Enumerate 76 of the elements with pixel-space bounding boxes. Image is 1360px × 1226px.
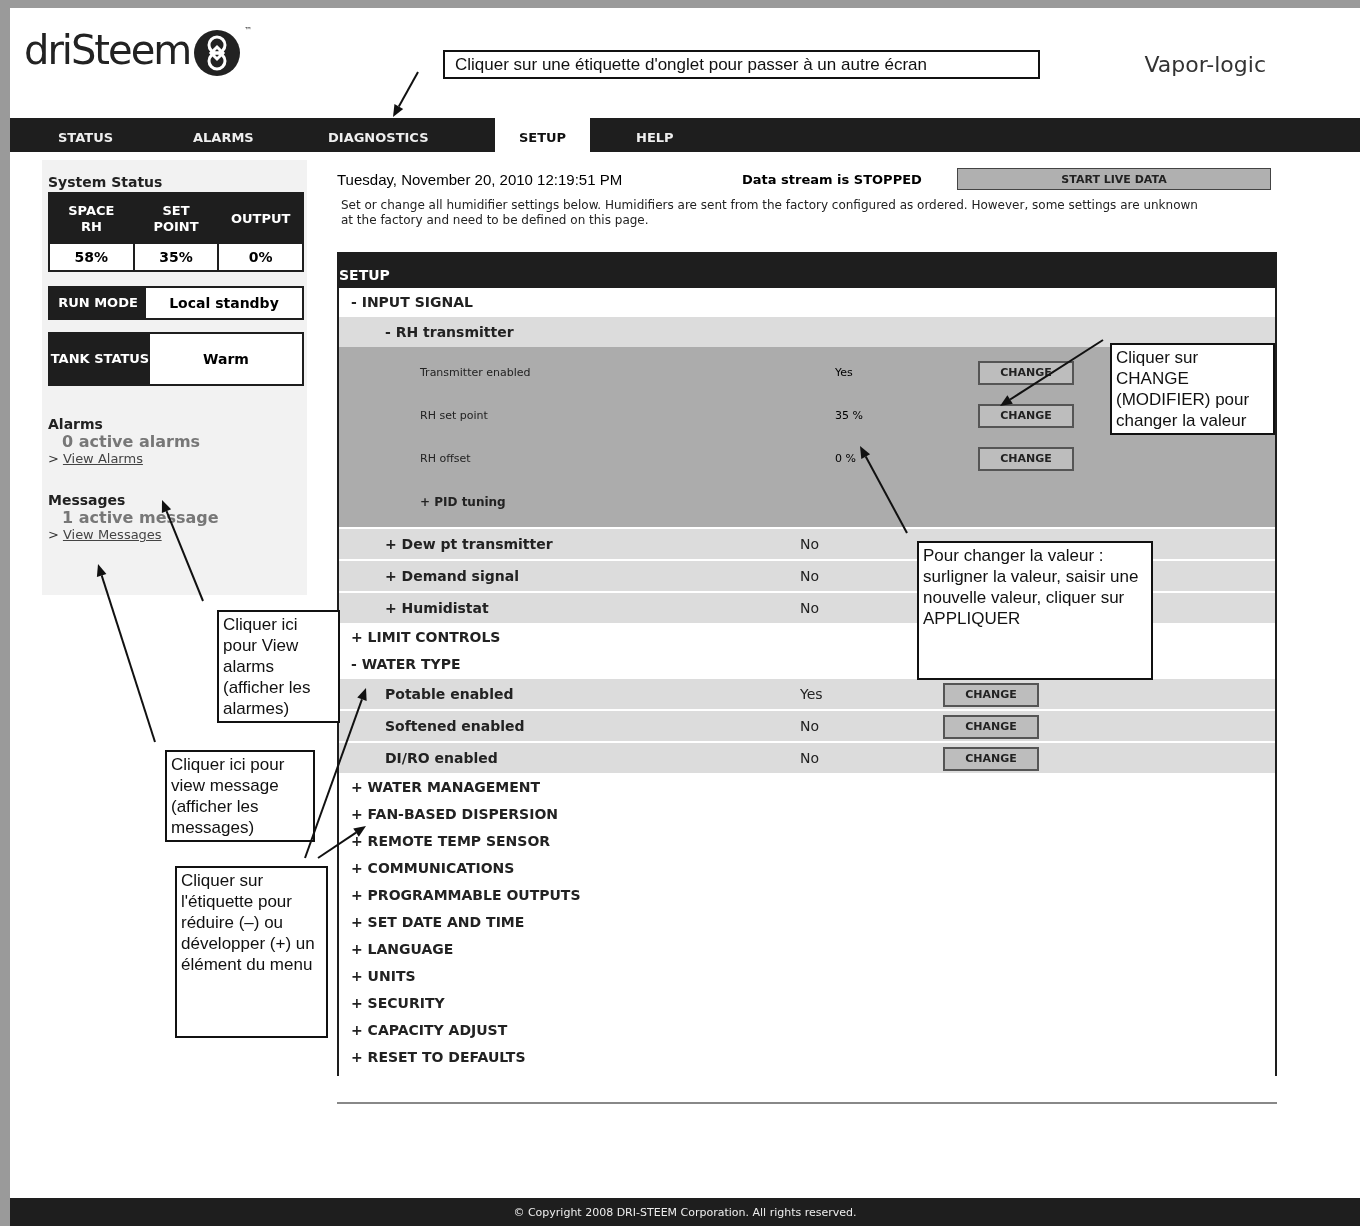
- menu-item[interactable]: Transmitter enabled: [420, 366, 835, 379]
- change-button[interactable]: CHANGE: [943, 746, 1039, 771]
- status-label: TANK STATUS: [50, 334, 150, 384]
- change-button[interactable]: CHANGE: [943, 714, 1039, 739]
- menu-item[interactable]: Softened enabled: [385, 718, 800, 734]
- callout-arrow: [393, 71, 419, 117]
- menu-item[interactable]: + Dew pt transmitter: [385, 536, 800, 552]
- status-label: RUN MODE: [50, 288, 146, 318]
- stream-status: Data stream is STOPPED: [742, 171, 923, 187]
- setting-value: Yes: [800, 686, 824, 702]
- callout: Cliquer sur CHANGE (MODIFIER) pour changer la valeur: [1110, 343, 1275, 435]
- menu-item[interactable]: + RESET TO DEFAULTS: [351, 1048, 1275, 1065]
- date-time: Tuesday, November 20, 2010 12:19:51 PM: [337, 170, 624, 188]
- menu-item[interactable]: Potable enabled: [385, 686, 800, 702]
- link-prefix: >: [48, 451, 59, 466]
- table-cell: 0%: [219, 244, 302, 270]
- callout: Pour changer la valeur : surligner la valeur, saisir une nouvelle valeur, cliquer sur APPLIQUER: [917, 541, 1153, 680]
- status-value: Local standby: [146, 288, 302, 318]
- change-button[interactable]: CHANGE: [978, 446, 1074, 471]
- setting-value: No: [800, 600, 821, 616]
- product-name: Vapor-logic: [1144, 52, 1266, 77]
- section-title: Messages: [48, 492, 127, 508]
- change-button[interactable]: CHANGE: [943, 682, 1039, 707]
- menu-item[interactable]: + PROGRAMMABLE OUTPUTS: [351, 886, 1275, 903]
- menu-item[interactable]: DI/RO enabled: [385, 750, 800, 766]
- callout: Cliquer sur l'étiquette pour réduire (–) ou développer (+) un élément du menu: [175, 866, 328, 1038]
- menu-item[interactable]: + Humidistat: [385, 600, 800, 616]
- tab[interactable]: DIAGNOSTICS: [328, 118, 495, 152]
- tab[interactable]: SETUP: [495, 118, 590, 152]
- menu-item[interactable]: + SET DATE AND TIME: [351, 913, 1275, 930]
- table-header: SET POINT: [152, 202, 200, 236]
- count-text: 0 active alarms: [61, 432, 202, 451]
- start-live-data-button[interactable]: START LIVE DATA: [957, 168, 1271, 190]
- menu-item[interactable]: + Demand signal: [385, 568, 800, 584]
- table-header: OUTPUT: [229, 210, 292, 228]
- menu-item[interactable]: + WATER MANAGEMENT: [351, 778, 1275, 795]
- logo-text: driSteem: [24, 28, 191, 72]
- logo-icon: [194, 30, 241, 76]
- trademark: ™: [244, 26, 253, 35]
- link-prefix: >: [48, 527, 59, 542]
- tab[interactable]: STATUS: [58, 118, 193, 152]
- menu-item[interactable]: + COMMUNICATIONS: [351, 859, 1275, 876]
- footer: © Copyright 2008 DRI-STEEM Corporation. All rights reserved.: [10, 1198, 1360, 1226]
- tab[interactable]: HELP: [636, 118, 674, 152]
- menu-item[interactable]: + UNITS: [351, 967, 1275, 984]
- change-button[interactable]: CHANGE: [978, 360, 1074, 385]
- section-title: Alarms: [48, 416, 104, 432]
- table-cell: 35%: [134, 244, 218, 270]
- callout: Cliquer ici pour view message (afficher les messages): [165, 750, 315, 842]
- tab[interactable]: ALARMS: [193, 118, 328, 152]
- link[interactable]: View Alarms: [62, 451, 143, 466]
- section-title: System Status: [48, 174, 164, 190]
- menu-item[interactable]: + LANGUAGE: [351, 940, 1275, 957]
- menu-item[interactable]: - INPUT SIGNAL: [351, 293, 1275, 310]
- setting-value: Yes: [835, 366, 854, 379]
- callout: Cliquer sur une étiquette d'onglet pour passer à un autre écran: [443, 50, 1040, 79]
- panel-header: SETUP: [337, 252, 1277, 288]
- menu-item[interactable]: RH offset: [420, 452, 835, 465]
- menu-item[interactable]: + PID tuning: [420, 494, 835, 509]
- menu-item[interactable]: + REMOTE TEMP SENSOR: [351, 832, 1275, 849]
- menu-item[interactable]: RH set point: [420, 409, 835, 422]
- table-header: SPACE RH: [67, 202, 116, 236]
- table-cell: 58%: [50, 244, 133, 270]
- change-button[interactable]: CHANGE: [978, 403, 1074, 428]
- menu-item[interactable]: + CAPACITY ADJUST: [351, 1021, 1275, 1038]
- setting-value: No: [800, 718, 821, 734]
- callout: Cliquer ici pour View alarms (afficher les alarmes): [217, 610, 340, 723]
- description: Set or change all humidifier settings below. Humidifiers are sent from the factory configured as ordered. However, some settings are unknown at the factory and need to be defined on this page.: [341, 198, 1199, 228]
- setting-value: No: [800, 536, 821, 552]
- setting-value: 0 %: [835, 452, 857, 465]
- link[interactable]: View Messages: [62, 527, 162, 542]
- setting-value: 35 %: [835, 409, 864, 422]
- setting-value: No: [800, 750, 821, 766]
- menu-item[interactable]: + FAN-BASED DISPERSION: [351, 805, 1275, 822]
- status-value: Warm: [150, 334, 302, 384]
- menu-item[interactable]: + SECURITY: [351, 994, 1275, 1011]
